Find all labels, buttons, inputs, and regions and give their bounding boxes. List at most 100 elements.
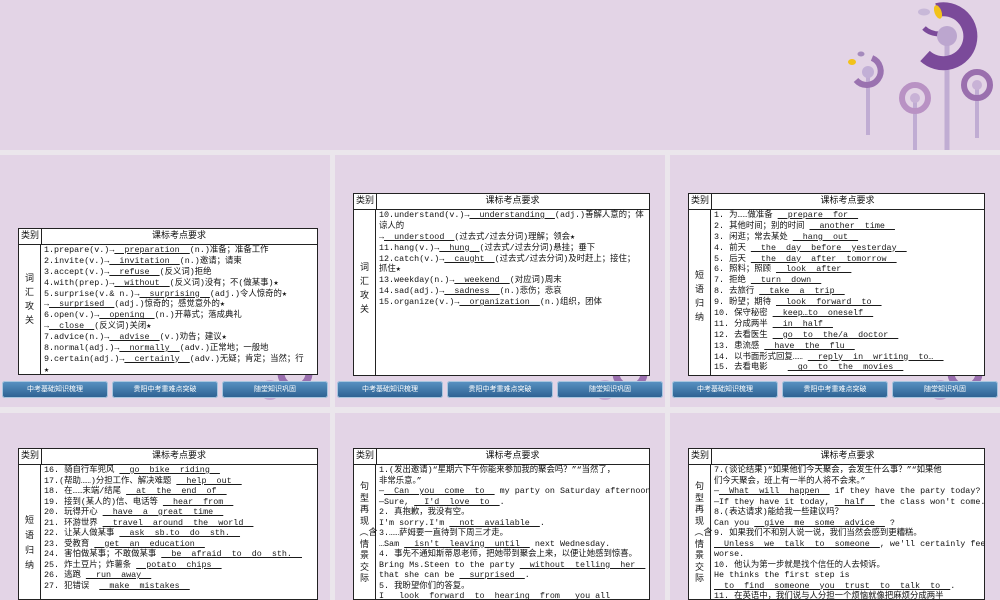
content-line: 16. 骑自行车兜风 go bike riding xyxy=(44,465,315,476)
nav-key-points-button[interactable]: 贵阳中考重难点突破 xyxy=(782,381,888,398)
nav-basic-knowledge-button[interactable]: 中考基础知识梳理 xyxy=(672,381,778,398)
line-text: 3.……萨姆要一直待到下周三才走。 xyxy=(379,528,508,538)
nav-classroom-review-button[interactable]: 随堂知识巩固 xyxy=(222,381,328,398)
content-line: 8.(表达请求)能给我一些建议吗？ xyxy=(714,507,982,518)
category-label: 句型再现︵含情景交际 xyxy=(694,482,713,584)
slide-thumbnail-phrases-2[interactable]: 类别 课标考点要求短语归纳 16. 骑自行车兜风 go bike riding 17… xyxy=(0,413,330,600)
category-cell: 短语归纳 xyxy=(19,464,41,599)
requirement-content: 16. 骑自行车兜风 go bike riding 17.(帮助……)分担工作、… xyxy=(44,465,315,591)
nav-classroom-review-button[interactable]: 随堂知识巩固 xyxy=(892,381,998,398)
line-text: 12.catch(v.)→ xyxy=(379,253,445,264)
answer-blank: surprising xyxy=(139,288,210,299)
answer-blank: ask sb.to do sth. xyxy=(119,528,241,538)
line-text: 3.accept(v.)→ xyxy=(44,266,110,277)
answer-blank: invitation xyxy=(109,255,180,266)
line-text: (adj.)惊奇的；感觉意外的★ xyxy=(114,299,225,310)
data-table: 类别 课标考点要求 句型再现︵含情景交际 7.(谈论结果)“如果他们今天聚会，会发生什… xyxy=(688,448,985,600)
line-text: I'm sorry.I'm xyxy=(379,517,450,528)
line-text: (过去式/过去分词)理解；领会★ xyxy=(454,231,576,242)
line-text: 11. 分成两半 xyxy=(714,318,773,329)
content-line: 9.certain(adj.)→ certainly (adv.)无疑；肯定；当… xyxy=(44,354,315,365)
title-slide-thumbnail[interactable] xyxy=(0,0,1000,150)
line-text: 21. 环游世界 xyxy=(44,517,103,528)
content-line: 13. 患流感 have the flu xyxy=(714,341,982,352)
header-requirement: 课标考点要求 xyxy=(485,451,540,461)
data-table: 类别 课标考点要求 句型再现︵含情景交际 1.(发出邀请)“星期六下午你能来参加我的聚… xyxy=(353,448,650,600)
slide-thumbnail-sentences-1[interactable]: 类别 课标考点要求 句型再现︵含情景交际 1.(发出邀请)“星期六下午你能来参加我的聚… xyxy=(335,413,665,600)
content-line: 14. 以书面形式回复…… reply in writing to… xyxy=(714,352,982,363)
line-text: 们今天聚会，班上有一半的人将不会来。” xyxy=(714,475,866,486)
answer-blank: preparation xyxy=(114,245,190,255)
answer-blank: travel around the world xyxy=(102,517,254,528)
nav-basic-knowledge-button[interactable]: 中考基础知识梳理 xyxy=(2,381,108,398)
content-line: 9. 如果我们不和别人说一说，我们当然会感到更糟糕。 xyxy=(714,528,982,539)
header-category: 类别 xyxy=(19,229,42,244)
header-requirement: 课标考点要求 xyxy=(820,196,875,206)
line-text: Can you xyxy=(714,517,755,528)
answer-blank: understanding xyxy=(469,210,555,220)
line-text: . xyxy=(950,580,956,591)
content-line: 20. 玩得开心 have a great time xyxy=(44,507,315,518)
line-text: if they have the party today? xyxy=(829,486,981,496)
line-text: 1.(发出邀请)“星期六下午你能来参加我的聚会吗？”“当然了， xyxy=(379,465,616,475)
line-text: (n.)开幕式；落成典礼 xyxy=(154,310,242,321)
line-text: . xyxy=(524,570,530,580)
requirement-content: 1.(发出邀请)“星期六下午你能来参加我的聚会吗？”“当然了， 非常乐意。” — C… xyxy=(379,465,649,599)
line-text: (adj.)令人惊奇的★ xyxy=(209,288,287,299)
line-text: 14. 以书面形式回复…… xyxy=(714,351,808,362)
line-text: (v.)劝告；建议★ xyxy=(159,332,227,343)
slide-thumbnail-phrases-1[interactable]: 类别 课标考点要求 短语归纳 1. 为……做准备 prepare for 2. 其他时… xyxy=(670,155,1000,407)
header-requirement: 课标考点要求 xyxy=(151,451,206,461)
content-line: 13.weekday(n.)→ weekend (对应词)周末 xyxy=(379,275,647,286)
line-text: 17.(帮助……)分担工作、解决难题 xyxy=(44,475,177,486)
line-text: 7. 拒绝 xyxy=(714,275,751,286)
content-line: —If they have it today, half the class w… xyxy=(714,497,984,508)
answer-blank: run away xyxy=(85,570,152,580)
content-line: He thinks the first step is xyxy=(714,570,982,581)
line-text: , we'll certainly feel xyxy=(879,538,985,549)
line-text: 5. 我盼望你们的答复。 xyxy=(379,580,470,591)
line-text: …Sam xyxy=(379,538,405,549)
category-label: 句型再现︵含情景交际 xyxy=(359,482,378,584)
content-line: 23. 受教育 get an education xyxy=(44,539,315,550)
line-text: 3. 闲逛；常去某处 xyxy=(714,231,793,242)
line-text: 5. 后天 xyxy=(714,253,751,264)
content-line: 抓住★ xyxy=(379,264,647,275)
data-table: 类别 课标考点要求短语归纳 16. 骑自行车兜风 go bike riding 17… xyxy=(18,448,318,600)
content-line: 11. 在英语中，我们说与人分担一个烦恼就像把麻烦分成两半 xyxy=(714,591,982,599)
table-header-row: 类别 课标考点要求 xyxy=(354,194,649,210)
answer-blank: Can you come to xyxy=(384,486,495,496)
answer-blank: refuse xyxy=(109,266,160,277)
line-text: (n.)组织，团体 xyxy=(539,297,602,308)
category-label: 短语归纳 xyxy=(24,516,34,571)
line-text: —Sure, xyxy=(379,496,415,507)
line-text: 5.surprise(v.& n.)→ xyxy=(44,288,140,299)
answer-blank: the day after tomorrow xyxy=(750,253,897,264)
answer-blank: another time xyxy=(809,220,895,231)
line-text: 2. 其他时间；别的时间 xyxy=(714,220,810,231)
answer-blank: isn't leaving until xyxy=(404,538,530,549)
nav-key-points-button[interactable]: 贵阳中考重难点突破 xyxy=(447,381,553,398)
content-line: Unless we talk to someone , we'll certai… xyxy=(714,538,985,550)
header-category: 类别 xyxy=(354,194,377,209)
line-text: 1. 为……做准备 xyxy=(714,210,778,220)
requirement-content: 1.prepare(v.)→ preparation (n.)准备；准备工作 2.… xyxy=(44,245,315,374)
nav-key-points-button[interactable]: 贵阳中考重难点突破 xyxy=(112,381,218,398)
content-line: 15.organize(v.)→ organization (n.)组织，团体 xyxy=(379,297,647,308)
content-line: 3.accept(v.)→ refuse (反义词)拒绝 xyxy=(44,267,315,278)
nav-classroom-review-button[interactable]: 随堂知识巩固 xyxy=(557,381,663,398)
slide-thumbnail-sentences-2[interactable]: 类别 课标考点要求 句型再现︵含情景交际 7.(谈论结果)“如果他们今天聚会，会发生什… xyxy=(670,413,1000,600)
content-line: I look forward to hearing from you all xyxy=(379,591,647,599)
line-text: (对应词)周末 xyxy=(509,275,562,286)
header-category: 类别 xyxy=(19,449,42,464)
slide-thumbnail-vocabulary-2[interactable]: 类别 课标考点要求 词汇攻关 10.understand(v.)→ understan… xyxy=(335,155,665,407)
nav-basic-knowledge-button[interactable]: 中考基础知识梳理 xyxy=(337,381,443,398)
content-line: 2.invite(v.)→ invitation (n.)邀请；请柬 xyxy=(44,256,315,267)
answer-blank: understood xyxy=(384,231,455,242)
content-line: 5. 我盼望你们的答复。 xyxy=(379,581,647,592)
line-text: 9.certain(adj.)→ xyxy=(44,353,125,364)
content-line: 12.catch(v.)→ caught (过去式/过去分词)及时赶上；接住； xyxy=(379,254,647,265)
content-line: 非常乐意。” xyxy=(379,476,647,487)
answer-blank: go to the/a doctor xyxy=(772,329,899,340)
slide-thumbnail-vocabulary-1[interactable]: 类别 课标考点要求 词汇攻关 1.prepare(v.)→ preparation (… xyxy=(0,155,330,407)
